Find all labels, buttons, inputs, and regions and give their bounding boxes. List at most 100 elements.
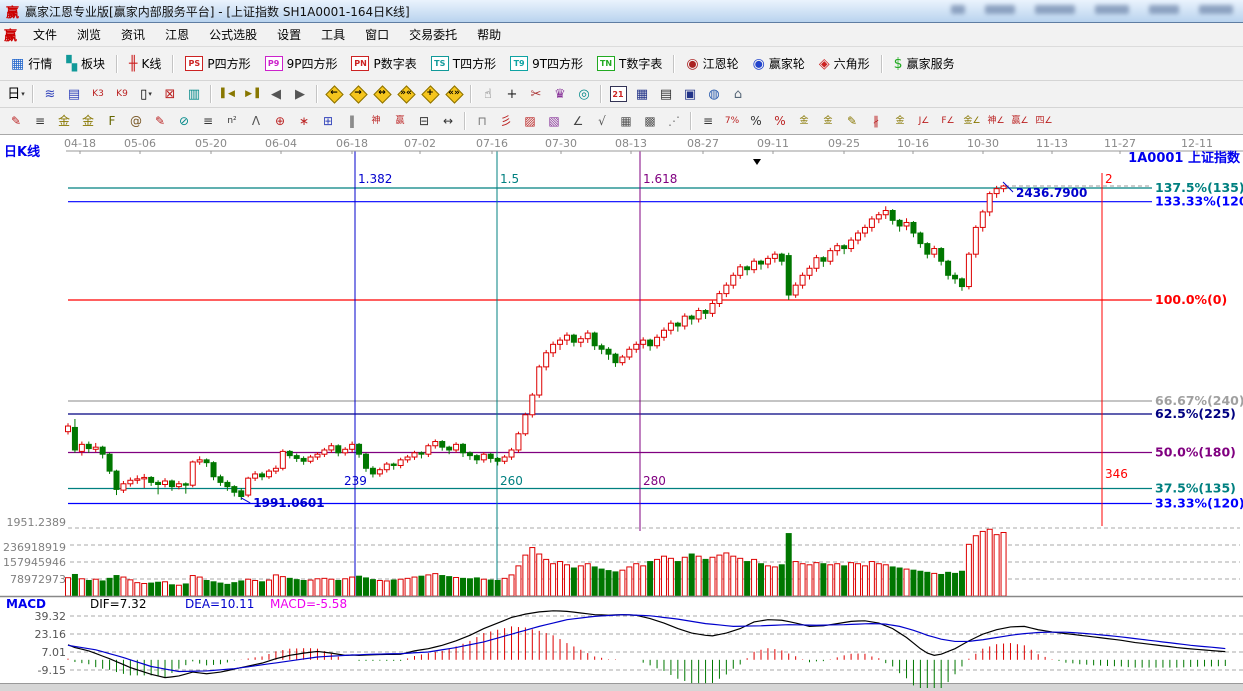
gold-angle-tool[interactable]: 金∠ bbox=[961, 111, 983, 131]
parallel-tool[interactable]: ∦ bbox=[865, 111, 887, 131]
spiral-tool[interactable]: @ bbox=[125, 111, 147, 131]
gold-line-tool[interactable]: 金 bbox=[817, 111, 839, 131]
ying-grid-tool[interactable]: 赢 bbox=[389, 111, 411, 131]
angle-line-tool[interactable]: ∠ bbox=[567, 111, 589, 131]
menu-item-4[interactable]: 公式选股 bbox=[199, 23, 267, 46]
hexagon-button[interactable]: ◈ 六角形 bbox=[812, 53, 877, 74]
crosshair-icon[interactable]: + bbox=[501, 84, 523, 104]
nav-last-icon[interactable]: ▶▐ bbox=[241, 84, 263, 104]
p-square-button[interactable]: PS P四方形 bbox=[178, 53, 257, 74]
cycle-circle-tool[interactable]: ⊘ bbox=[173, 111, 195, 131]
menu-item-7[interactable]: 窗口 bbox=[355, 23, 399, 46]
menu-item-0[interactable]: 文件 bbox=[23, 23, 67, 46]
kline-button[interactable]: ╫ K线 bbox=[122, 53, 168, 74]
diamond-shift-right-icon[interactable]: → bbox=[347, 84, 369, 104]
diamond-expand-icon[interactable]: «» bbox=[443, 84, 465, 104]
print-icon[interactable]: ⌂ bbox=[727, 84, 749, 104]
nav-prev-icon[interactable]: ◀ bbox=[265, 84, 287, 104]
hatch2-tool[interactable]: ≡ bbox=[197, 111, 219, 131]
sectors-button[interactable]: ▚ 板块 bbox=[59, 53, 112, 74]
hatch-tool[interactable]: ≡ bbox=[29, 111, 51, 131]
network-icon[interactable]: ◍ bbox=[703, 84, 725, 104]
gold-circle-tool[interactable]: 金 bbox=[793, 111, 815, 131]
menu-item-1[interactable]: 浏览 bbox=[67, 23, 111, 46]
winner-wheel-button[interactable]: ◉ 赢家轮 bbox=[746, 53, 812, 74]
gann-wheel-button[interactable]: ◉ 江恩轮 bbox=[679, 53, 745, 74]
grid-blue-tool[interactable]: ⊞ bbox=[317, 111, 339, 131]
notes-icon[interactable]: ▤ bbox=[655, 84, 677, 104]
fib-box-tool[interactable]: F bbox=[101, 111, 123, 131]
percent-line-tool[interactable]: % bbox=[769, 111, 791, 131]
n-square-tool[interactable]: n² bbox=[221, 111, 243, 131]
shen-angle-tool[interactable]: 神∠ bbox=[985, 111, 1007, 131]
ying-angle-tool[interactable]: 赢∠ bbox=[1009, 111, 1031, 131]
period-day-dropdown[interactable]: 日 ▾ bbox=[5, 84, 27, 104]
formula-pattern-icon[interactable]: ⊠ bbox=[159, 84, 181, 104]
app-logo-icon: 赢 bbox=[6, 5, 20, 21]
volume-distribution-icon[interactable]: ▥ bbox=[183, 84, 205, 104]
ray-star-tool[interactable]: ∗ bbox=[293, 111, 315, 131]
volume-bar bbox=[349, 576, 356, 597]
fan-tool[interactable]: 彡 bbox=[495, 111, 517, 131]
tick-marks-tool[interactable]: ‖ bbox=[341, 111, 363, 131]
menu-item-5[interactable]: 设置 bbox=[267, 23, 311, 46]
slash-lines-tool[interactable]: ⋰ bbox=[663, 111, 685, 131]
9t-square-button[interactable]: T9 9T四方形 bbox=[503, 53, 590, 74]
menu-item-2[interactable]: 资讯 bbox=[111, 23, 155, 46]
9p-square-button[interactable]: P9 9P四方形 bbox=[258, 53, 345, 74]
candle-body bbox=[591, 332, 598, 347]
calculator-icon[interactable]: ▦ bbox=[631, 84, 653, 104]
si-angle-tool[interactable]: 四∠ bbox=[1033, 111, 1055, 131]
seven-percent-tool[interactable]: 7% bbox=[721, 111, 743, 131]
j-angle-tool[interactable]: J∠ bbox=[913, 111, 935, 131]
gold-pencil-tool[interactable]: ✎ bbox=[841, 111, 863, 131]
dense-grid2-tool[interactable]: ▩ bbox=[639, 111, 661, 131]
condition-pattern-icon[interactable]: ≋ bbox=[39, 84, 61, 104]
step-lines-tool[interactable]: ≡ bbox=[697, 111, 719, 131]
diamond-stretch-icon[interactable]: ↔ bbox=[371, 84, 393, 104]
diamond-shift-left-icon[interactable]: ← bbox=[323, 84, 345, 104]
span-arrow-tool[interactable]: ↔ bbox=[437, 111, 459, 131]
ruler-tool[interactable]: ⊟ bbox=[413, 111, 435, 131]
gann-box-gold-tool[interactable]: 金 bbox=[53, 111, 75, 131]
quotes-button[interactable]: ▦ 行情 bbox=[4, 53, 59, 74]
percent-tool[interactable]: % bbox=[745, 111, 767, 131]
kline-chart-canvas[interactable]: 137.5%(135)133.33%(120)100.0%(0)66.67%(2… bbox=[0, 135, 1243, 691]
memo-icon[interactable]: ▤ bbox=[63, 84, 85, 104]
mirror-tool[interactable]: Λ bbox=[245, 111, 267, 131]
gann-box-gold2-tool[interactable]: 金 bbox=[77, 111, 99, 131]
fan-box2-tool[interactable]: ▧ bbox=[543, 111, 565, 131]
menu-item-3[interactable]: 江恩 bbox=[155, 23, 199, 46]
region-icon[interactable]: ◎ bbox=[573, 84, 595, 104]
nav-next-icon[interactable]: ▶ bbox=[289, 84, 311, 104]
measure-scissors-icon[interactable]: ✂ bbox=[525, 84, 547, 104]
k9-pattern-icon[interactable]: K9 bbox=[111, 84, 133, 104]
zigzag-tool[interactable]: √ bbox=[591, 111, 613, 131]
gann-target-tool[interactable]: ⊕ bbox=[269, 111, 291, 131]
save-icon[interactable]: ▣ bbox=[679, 84, 701, 104]
p-number-table-button[interactable]: PN P数字表 bbox=[344, 53, 423, 74]
menu-item-9[interactable]: 帮助 bbox=[467, 23, 511, 46]
stamp-icon[interactable]: ♛ bbox=[549, 84, 571, 104]
pencil-tool[interactable]: ✎ bbox=[5, 111, 27, 131]
pencil2-tool[interactable]: ✎ bbox=[149, 111, 171, 131]
t-square-button[interactable]: TS T四方形 bbox=[424, 53, 503, 74]
candle-body bbox=[910, 221, 917, 234]
diamond-compress-icon[interactable]: »« bbox=[395, 84, 417, 104]
frame-tool[interactable]: ⊓ bbox=[471, 111, 493, 131]
winner-service-button[interactable]: $ 赢家服务 bbox=[887, 53, 962, 74]
menu-item-8[interactable]: 交易委托 bbox=[399, 23, 467, 46]
t-number-table-button[interactable]: TN T数字表 bbox=[590, 53, 669, 74]
calendar-icon[interactable]: 21 bbox=[607, 84, 629, 104]
k3-pattern-icon[interactable]: K3 bbox=[87, 84, 109, 104]
f-angle-tool[interactable]: F∠ bbox=[937, 111, 959, 131]
nav-first-icon[interactable]: ▌◀ bbox=[217, 84, 239, 104]
diamond-restore-icon[interactable]: + bbox=[419, 84, 441, 104]
menu-item-6[interactable]: 工具 bbox=[311, 23, 355, 46]
gold-line2-tool[interactable]: 金 bbox=[889, 111, 911, 131]
shen-grid-tool[interactable]: 神 bbox=[365, 111, 387, 131]
dense-grid-tool[interactable]: ▦ bbox=[615, 111, 637, 131]
candle-style-dropdown[interactable]: ▯ ▾ bbox=[135, 84, 157, 104]
fan-box-tool[interactable]: ▨ bbox=[519, 111, 541, 131]
pan-hand-icon[interactable]: ☝ bbox=[477, 84, 499, 104]
